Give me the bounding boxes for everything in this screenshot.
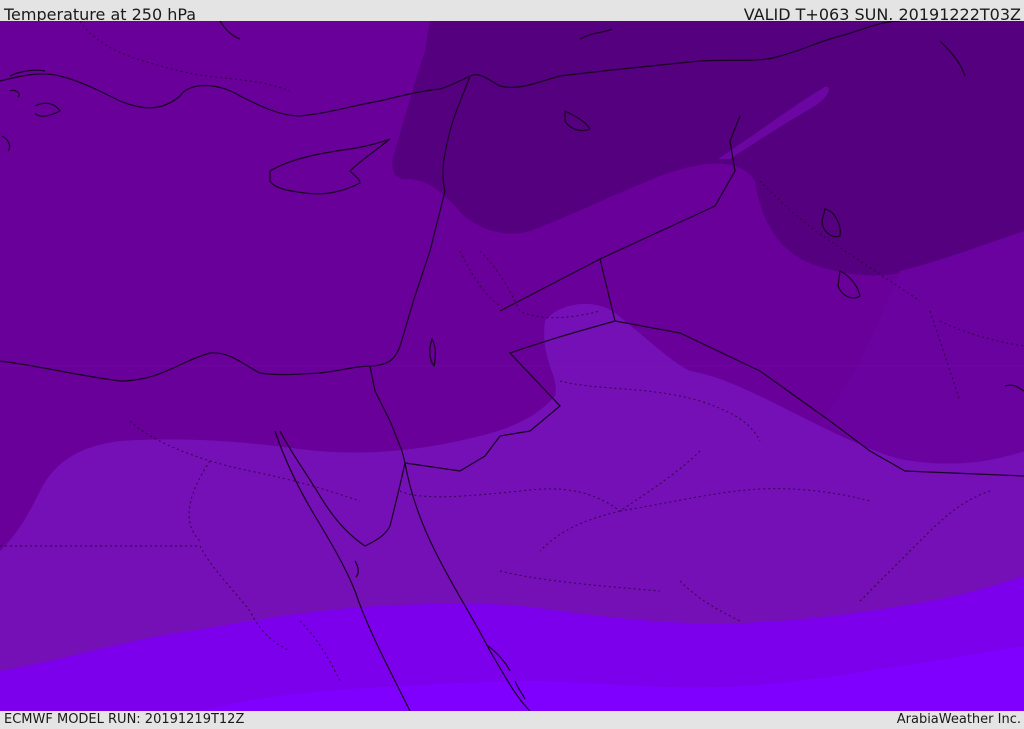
footer-bar: ECMWF MODEL RUN: 20191219T12Z ArabiaWeat… xyxy=(0,711,1024,729)
header-bar: Temperature at 250 hPa VALID T+063 SUN. … xyxy=(0,0,1024,21)
model-run-label: ECMWF MODEL RUN: 20191219T12Z xyxy=(4,712,245,727)
map-title: Temperature at 250 hPa xyxy=(4,5,197,21)
weather-map[interactable] xyxy=(0,21,1024,711)
credit-label: ArabiaWeather Inc. xyxy=(896,712,1021,727)
valid-time: VALID T+063 SUN. 20191222T03Z xyxy=(743,5,1021,21)
